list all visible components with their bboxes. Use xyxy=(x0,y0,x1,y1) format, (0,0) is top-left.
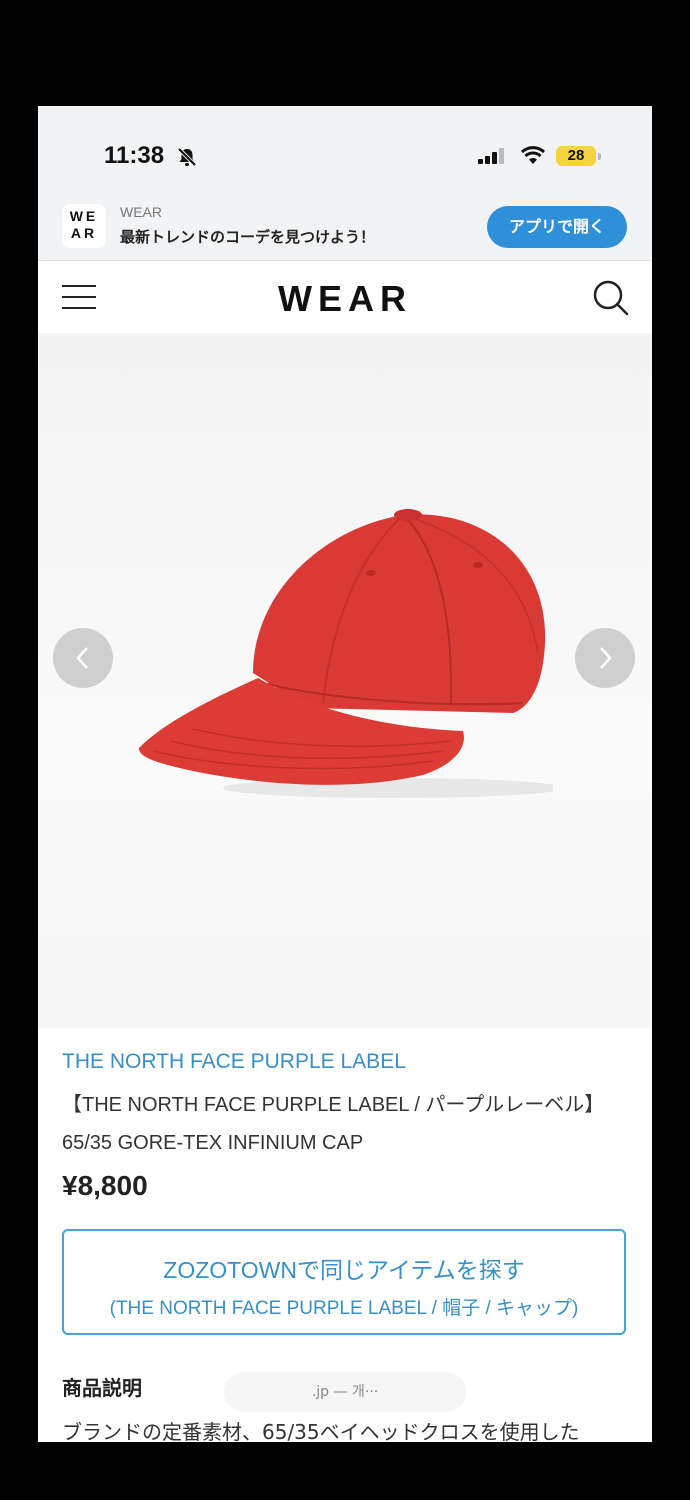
site-header: WEAR xyxy=(38,261,652,333)
description-text: ブランドの定番素材、65/35ベイヘッドクロスを使用した xyxy=(62,1420,580,1442)
status-bar: 11:38 28 xyxy=(38,106,652,196)
chevron-left-icon xyxy=(76,647,88,669)
zozotown-search-button[interactable]: ZOZOTOWNで同じアイテムを探す (THE NORTH FACE PURPL… xyxy=(62,1229,626,1335)
battery-tip xyxy=(598,153,601,160)
site-logo[interactable]: WEAR xyxy=(38,278,652,320)
next-image-button[interactable] xyxy=(575,628,635,688)
product-image-gallery[interactable] xyxy=(38,333,652,1028)
search-icon[interactable] xyxy=(592,279,630,321)
zozotown-button-category: (THE NORTH FACE PURPLE LABEL / 帽子 / キャップ… xyxy=(109,1298,579,1319)
wifi-icon xyxy=(520,146,546,170)
phone-screen: 11:38 28 WE AR WEAR 最新トレンドのコーデを見つけよう！ アプ… xyxy=(38,106,652,1442)
banner-logo-line1: WE xyxy=(69,208,99,224)
cellular-signal-icon xyxy=(478,148,508,168)
status-time: 11:38 xyxy=(104,142,165,169)
banner-app-name: WEAR xyxy=(120,204,162,220)
battery-indicator: 28 xyxy=(556,146,596,166)
open-in-app-button[interactable]: アプリで開く xyxy=(487,206,627,248)
product-brand-link[interactable]: THE NORTH FACE PURPLE LABEL xyxy=(62,1050,406,1074)
zozotown-button-label: ZOZOTOWNで同じアイテムを探す xyxy=(163,1257,525,1283)
banner-logo-line2: AR xyxy=(70,225,98,241)
browser-url-pill[interactable]: .jp — 개··· xyxy=(224,1372,466,1412)
previous-image-button[interactable] xyxy=(53,628,113,688)
product-price: ¥8,800 xyxy=(62,1170,148,1201)
bell-muted-icon xyxy=(176,146,198,172)
description-heading: 商品説明 xyxy=(62,1376,142,1400)
wear-app-logo: WE AR xyxy=(62,204,106,248)
chevron-right-icon xyxy=(600,647,612,669)
product-image-red-cap xyxy=(138,509,553,798)
product-title: 【THE NORTH FACE PURPLE LABEL / パープルレーベル】… xyxy=(62,1094,605,1154)
banner-tagline: 最新トレンドのコーデを見つけよう！ xyxy=(120,228,376,246)
app-install-banner: WE AR WEAR 最新トレンドのコーデを見つけよう！ アプリで開く xyxy=(38,196,652,261)
